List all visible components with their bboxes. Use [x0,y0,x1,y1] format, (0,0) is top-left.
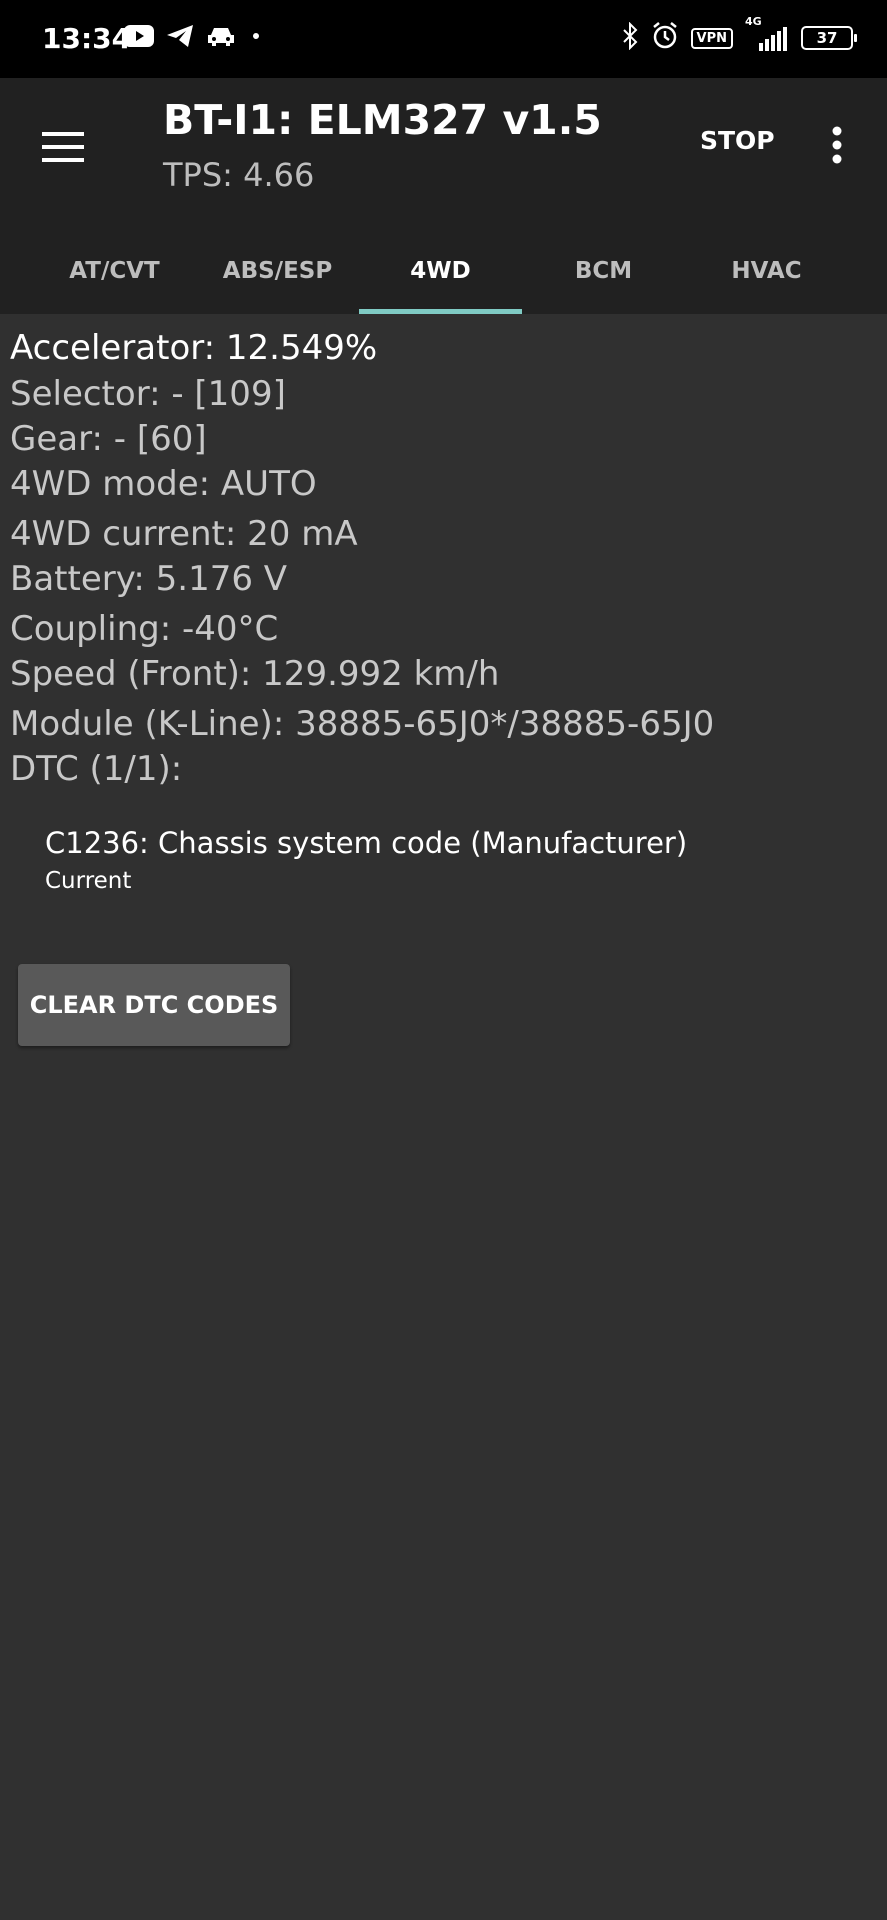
notification-icons [124,24,264,52]
tab-at-cvt[interactable]: AT/CVT [33,228,196,314]
tab-bar: AT/CVT ABS/ESP 4WD BCM HVAC [0,228,887,314]
dot-icon [248,28,264,48]
param-selector: Selector: - [109] [10,374,286,414]
clear-dtc-button[interactable]: CLEAR DTC CODES [18,964,290,1046]
app-title: BT-I1: ELM327 v1.5 [163,96,602,144]
status-bar: 13:34 VPN 4G 37 [0,0,887,78]
status-time: 13:34 [42,22,132,55]
telegram-icon [166,24,194,52]
tab-hvac[interactable]: HVAC [685,228,848,314]
app-bar: BT-I1: ELM327 v1.5 TPS: 4.66 STOP AT/CVT… [0,78,887,314]
dtc-code-description: C1236: Chassis system code (Manufacturer… [45,826,688,860]
bluetooth-icon [621,21,639,54]
param-accelerator: Accelerator: 12.549% [10,328,378,368]
overflow-menu-button[interactable] [822,114,852,176]
dtc-status: Current [45,868,132,894]
param-speed-front: Speed (Front): 129.992 km/h [10,654,500,694]
param-4wd-mode: 4WD mode: AUTO [10,464,317,504]
vpn-badge: VPN [690,27,733,49]
battery-icon: 37 [801,26,857,50]
tab-bcm[interactable]: BCM [522,228,685,314]
system-icons: VPN 4G 37 [621,15,857,54]
hamburger-icon [42,132,84,162]
stop-button[interactable]: STOP [700,126,775,155]
param-module: Module (K-Line): 38885-65J0*/38885-65J0 [10,704,715,744]
tab-abs-esp[interactable]: ABS/ESP [196,228,359,314]
app-subtitle: TPS: 4.66 [163,156,315,194]
param-coupling: Coupling: -40°C [10,609,279,649]
menu-button[interactable] [32,116,94,178]
network-type: 4G [745,15,762,28]
param-gear: Gear: - [60] [10,419,207,459]
car-icon [206,25,236,51]
alarm-icon [651,22,679,54]
signal-icon: 4G [745,15,789,51]
param-battery: Battery: 5.176 V [10,559,288,599]
more-vert-icon [832,126,842,164]
tab-4wd[interactable]: 4WD [359,228,522,314]
param-4wd-current: 4WD current: 20 mA [10,514,358,554]
param-dtc-count: DTC (1/1): [10,749,183,789]
youtube-icon [124,25,154,51]
